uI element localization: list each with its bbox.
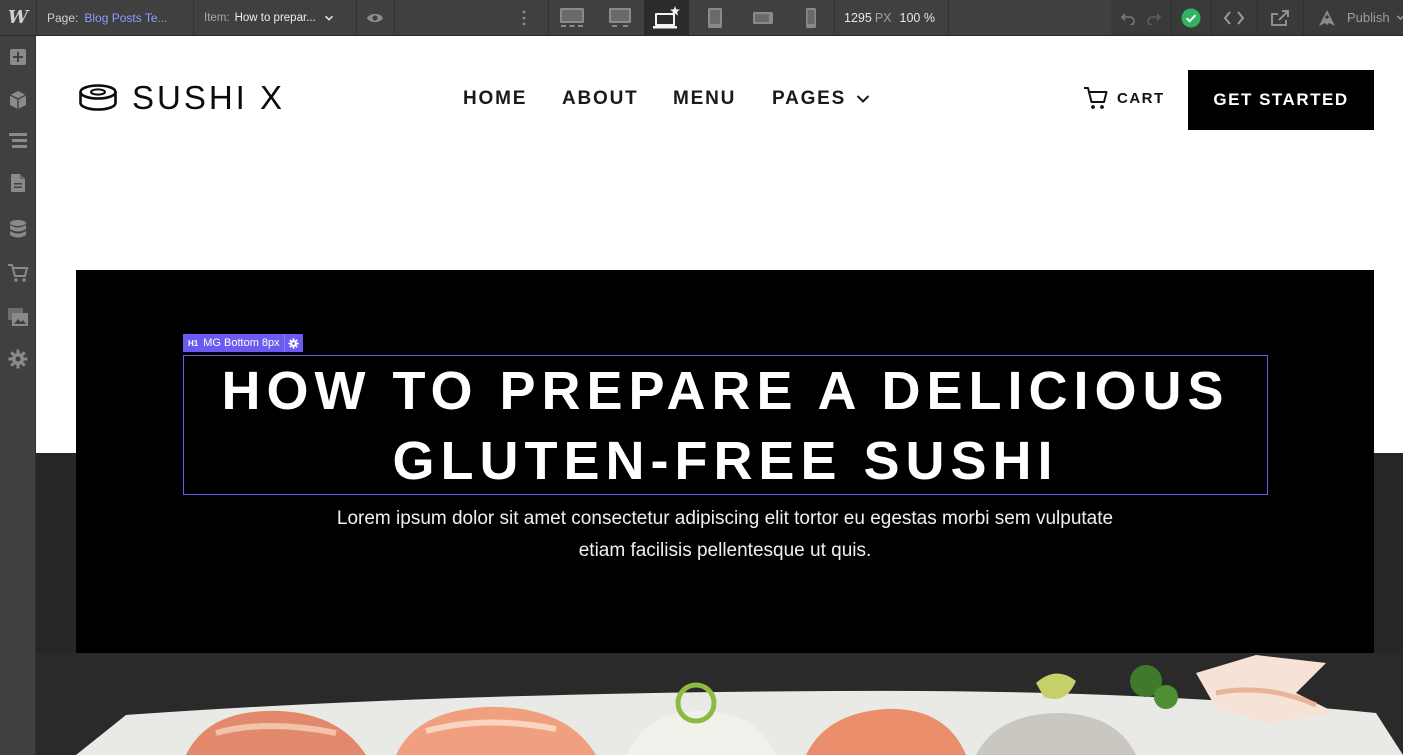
symbols-icon[interactable]	[0, 81, 36, 119]
editor-top-bar: W Page: Blog Posts Te... Item: How to pr…	[0, 0, 1403, 36]
post-title-line-1: HOW TO PREPARE A DELICIOUS	[221, 361, 1230, 421]
breakpoint-mobile-landscape-icon[interactable]	[740, 0, 785, 35]
publish-rocket-icon	[1319, 9, 1335, 26]
editor-left-sidebar	[0, 36, 36, 755]
design-canvas[interactable]: SUSHI X HOME ABOUT MENU PAGES CART GET S…	[36, 36, 1403, 755]
check-status-icon[interactable]	[1177, 0, 1205, 35]
heading-type-badge: H1	[188, 338, 199, 348]
page-selector[interactable]: Page: Blog Posts Te...	[47, 0, 193, 35]
top-bar-actions: Publish	[1111, 0, 1403, 35]
divider	[36, 0, 37, 35]
canvas-width-unit: PX	[874, 10, 892, 25]
breakpoint-mobile-portrait-icon[interactable]	[788, 0, 833, 35]
divider	[1171, 0, 1172, 35]
publish-button[interactable]: Publish	[1317, 0, 1403, 35]
cart-button[interactable]: CART	[1083, 84, 1165, 112]
divider	[1211, 0, 1212, 35]
post-title-line-2: GLUTEN-FREE SUSHI	[392, 431, 1059, 491]
divider	[834, 0, 835, 35]
nav-link-menu[interactable]: MENU	[673, 86, 736, 112]
breakpoint-desktop-large-icon[interactable]	[597, 0, 642, 35]
breakpoint-tablet-icon[interactable]	[692, 0, 737, 35]
selected-element-label[interactable]: H1 MG Bottom 8px	[183, 334, 284, 352]
canvas-width: 1295	[844, 10, 872, 25]
chevron-down-icon[interactable]	[324, 13, 334, 23]
breakpoint-desktop-xl-icon[interactable]	[549, 0, 594, 35]
undo-icon[interactable]	[1117, 0, 1139, 35]
webflow-logo[interactable]: W	[0, 0, 36, 35]
navigator-icon[interactable]	[0, 122, 36, 160]
divider	[356, 0, 357, 35]
redo-icon[interactable]	[1143, 0, 1165, 35]
nav-link-about[interactable]: ABOUT	[562, 86, 639, 112]
page-selector-value[interactable]: Blog Posts Te...	[84, 11, 167, 25]
brand-link[interactable]: SUSHI X	[78, 79, 286, 116]
breakpoint-desktop-base-icon[interactable]	[644, 0, 689, 35]
cart-icon	[1084, 87, 1108, 109]
get-started-button[interactable]: GET STARTED	[1188, 70, 1374, 130]
ecommerce-icon[interactable]	[0, 254, 36, 292]
divider	[1257, 0, 1258, 35]
item-selector-value[interactable]: How to prepar...	[235, 12, 316, 24]
brand-name: SUSHI X	[132, 79, 286, 116]
export-icon[interactable]	[1263, 0, 1297, 35]
nav-dropdown-pages[interactable]: PAGES	[772, 86, 870, 112]
page-selector-label: Page:	[47, 10, 79, 25]
selected-element-tag[interactable]: H1 MG Bottom 8px	[183, 334, 303, 352]
item-selector-label: Item:	[204, 11, 230, 24]
nav-link-home[interactable]: HOME	[463, 86, 527, 112]
more-options-icon[interactable]	[514, 0, 534, 35]
divider	[193, 0, 194, 35]
element-settings-gear-icon[interactable]	[283, 334, 303, 352]
assets-icon[interactable]	[0, 298, 36, 336]
post-title-heading[interactable]: HOW TO PREPARE A DELICIOUS GLUTEN-FREE S…	[183, 356, 1268, 496]
divider	[948, 0, 949, 35]
selected-class-name: MG Bottom 8px	[203, 337, 280, 349]
sushi-logo-icon	[79, 84, 117, 111]
divider	[394, 0, 395, 35]
canvas-size-readout: 1295 PX 100 %	[844, 0, 944, 35]
publish-label[interactable]: Publish	[1347, 10, 1390, 25]
chevron-down-icon[interactable]	[1396, 13, 1403, 22]
add-panel-icon[interactable]	[0, 38, 36, 76]
post-summary[interactable]: Lorem ipsum dolor sit amet consectetur a…	[316, 503, 1134, 567]
zoom-level: 100 %	[899, 10, 935, 25]
preview-eye-icon[interactable]	[364, 0, 386, 35]
blog-hero: H1 MG Bottom 8px HOW TO PREPARE A DELICI…	[76, 270, 1374, 653]
code-icon[interactable]	[1217, 0, 1251, 35]
divider	[1303, 0, 1304, 35]
settings-icon[interactable]	[0, 340, 36, 378]
chevron-down-icon	[856, 95, 870, 103]
cms-icon[interactable]	[0, 210, 36, 248]
pages-icon[interactable]	[0, 164, 36, 202]
cms-item-selector[interactable]: Item: How to prepar...	[204, 0, 354, 35]
cart-label: CART	[1117, 89, 1165, 107]
sushi-photo	[36, 653, 1403, 755]
nav-pages-label: PAGES	[772, 88, 847, 109]
